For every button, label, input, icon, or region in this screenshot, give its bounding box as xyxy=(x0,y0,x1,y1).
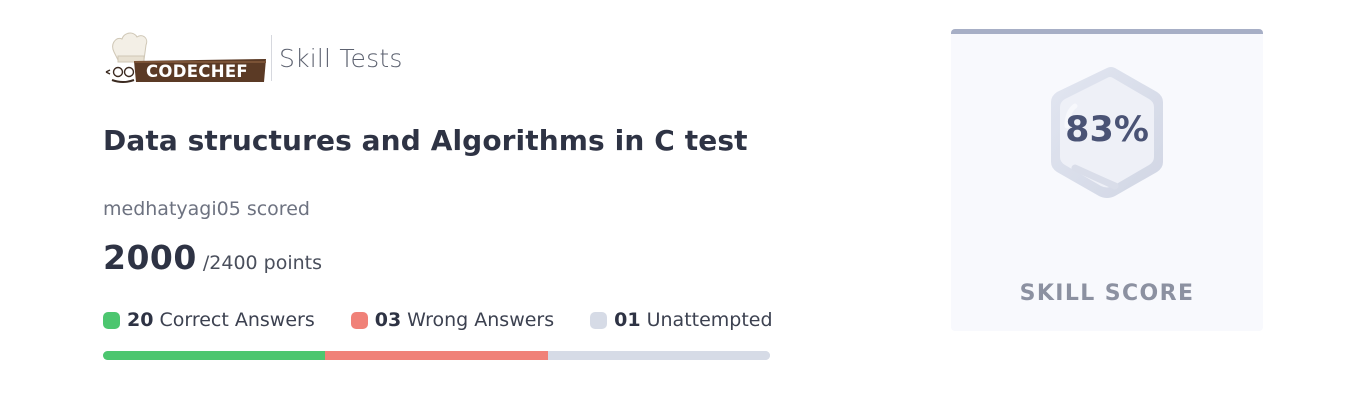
wrong-label: Wrong Answers xyxy=(407,309,555,331)
skill-test-result-page: CODECHEF Skill Tests Data structures and… xyxy=(0,0,1366,402)
points-summary: 2000 /2400 points xyxy=(103,238,322,277)
skill-score-value: 83% xyxy=(1065,110,1149,150)
skill-badge: 83% xyxy=(1045,64,1169,200)
correct-label: Correct Answers xyxy=(159,309,315,331)
progress-unattempted-segment xyxy=(547,351,770,360)
answers-legend: 20 Correct Answers 03 Wrong Answers 01 U… xyxy=(103,309,773,331)
correct-dot-icon xyxy=(103,311,120,329)
unattempted-label: Unattempted xyxy=(646,309,773,331)
points-score: 2000 xyxy=(103,238,197,277)
header-brand: CODECHEF Skill Tests xyxy=(104,30,403,86)
test-title: Data structures and Algorithms in C test xyxy=(103,124,748,157)
brand-divider xyxy=(271,35,272,81)
wrong-count: 03 xyxy=(374,309,402,331)
progress-wrong-segment xyxy=(325,351,548,360)
legend-wrong: 03 Wrong Answers xyxy=(350,309,555,331)
wrong-dot-icon xyxy=(350,311,368,329)
username-scored-text: medhatyagi05 scored xyxy=(103,198,310,220)
legend-correct: 20 Correct Answers xyxy=(103,309,315,331)
skill-score-label: SKILL SCORE xyxy=(1019,281,1195,306)
legend-unattempted: 01 Unattempted xyxy=(590,309,773,331)
progress-correct-segment xyxy=(103,351,326,360)
correct-count: 20 xyxy=(127,309,154,331)
points-total: /2400 points xyxy=(202,252,323,274)
section-title: Skill Tests xyxy=(279,43,403,73)
unattempted-dot-icon xyxy=(590,311,608,329)
codechef-logo[interactable]: CODECHEF xyxy=(104,30,266,86)
codechef-logo-image: CODECHEF xyxy=(105,32,266,83)
logo-wordmark: CODECHEF xyxy=(146,62,248,81)
skill-score-card: 83% SKILL SCORE xyxy=(951,29,1263,331)
answers-progress-bar xyxy=(103,351,770,360)
unattempted-count: 01 xyxy=(614,309,641,331)
